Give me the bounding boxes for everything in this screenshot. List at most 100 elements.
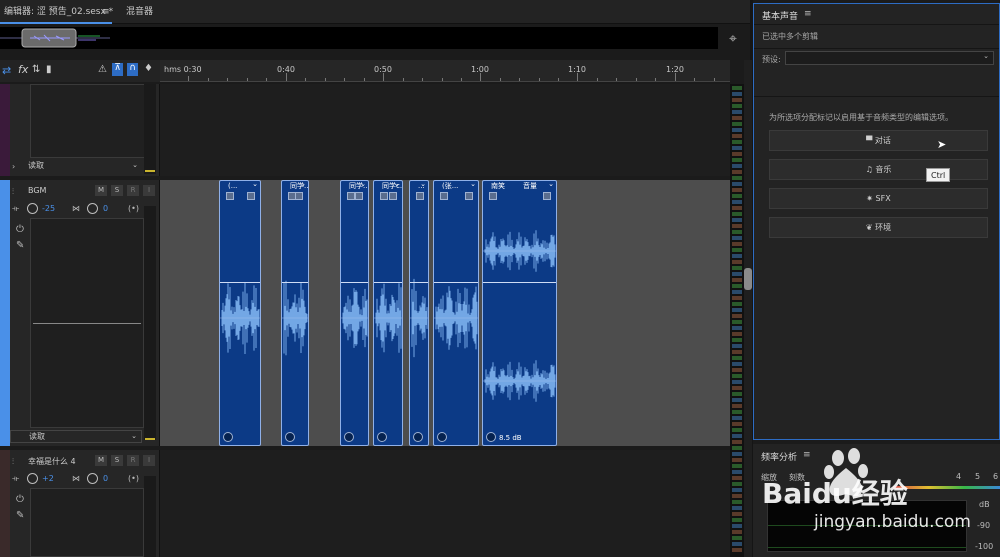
clip-fx-icon[interactable]: [377, 432, 387, 442]
clip-fx-icon[interactable]: [413, 432, 423, 442]
send-icon[interactable]: ⇅: [32, 64, 40, 75]
audio-clip[interactable]: 同学...⌄: [340, 180, 369, 446]
panel-menu-icon[interactable]: ≡: [804, 9, 812, 19]
channel-number[interactable]: 6: [993, 472, 998, 481]
audio-clip[interactable]: (张... ⌄: [433, 180, 479, 446]
track-name[interactable]: BGM: [28, 186, 46, 195]
automation-area[interactable]: [30, 84, 152, 158]
clip-volume-line[interactable]: [410, 282, 428, 283]
stereo-icon[interactable]: (•): [128, 474, 139, 483]
sfx-button[interactable]: ✷ SFX: [769, 188, 988, 209]
mute-button[interactable]: M: [95, 455, 107, 466]
mute-button[interactable]: M: [95, 185, 107, 196]
chevron-down-icon[interactable]: ⌄: [420, 181, 426, 188]
chevron-down-icon[interactable]: ⌄: [548, 181, 554, 188]
clip-volume-line[interactable]: [483, 282, 556, 283]
ambience-button[interactable]: ❦ 环境: [769, 217, 988, 238]
chevron-down-icon[interactable]: ⌄: [470, 181, 476, 188]
fade-out-handle-icon[interactable]: [465, 192, 473, 200]
audio-clip[interactable]: 南笑 ⌄ 音量 8.5 dB: [482, 180, 557, 446]
solo-button[interactable]: S: [111, 185, 123, 196]
stereo-icon[interactable]: (•): [128, 204, 139, 213]
fx-icon[interactable]: fx: [18, 63, 28, 76]
track-lane[interactable]: [160, 450, 730, 557]
fade-in-handle-icon[interactable]: [440, 192, 448, 200]
preset-dropdown[interactable]: ⌄: [785, 51, 994, 65]
pencil-icon[interactable]: ✎: [16, 510, 24, 521]
eq-icon[interactable]: ▮: [46, 64, 52, 75]
time-ruler[interactable]: hms 0:30 0:40 0:50 1:00 1:10 1:20: [160, 60, 730, 82]
chevron-down-icon[interactable]: ⌄: [252, 181, 258, 188]
track-lane-bgm[interactable]: (...⌄同学...⌄同学...⌄同学c...⌄...⌄(张...⌄南笑⌄音量8…: [160, 180, 730, 446]
fade-in-handle-icon[interactable]: [226, 192, 234, 200]
channel-number[interactable]: 5: [975, 472, 980, 481]
snap-icon[interactable]: ⊼: [112, 63, 123, 76]
track-header[interactable]: ⫶ 幸福是什么 4 M S R I ⟛ +2 ⋈ 0 (•) ⏻ ✎: [10, 450, 160, 557]
pan-value[interactable]: 0: [103, 474, 108, 483]
volume-knob[interactable]: [27, 473, 38, 484]
pan-knob[interactable]: [87, 473, 98, 484]
zoom-tool-icon[interactable]: ⌖: [724, 30, 742, 48]
marker-icon[interactable]: ♦: [144, 63, 153, 74]
fade-out-handle-icon[interactable]: [543, 192, 551, 200]
vertical-scrollbar[interactable]: [744, 60, 752, 557]
volume-value[interactable]: -25: [42, 204, 55, 213]
track-header-bgm[interactable]: ⫶ BGM M S R I ⟛ -25 ⋈ 0 (•) ⏻ ✎ › 读取⌄: [10, 180, 160, 446]
read-mode-dropdown[interactable]: 读取 ⌄: [10, 430, 142, 443]
switch-icon[interactable]: ⇄: [2, 64, 11, 77]
panel-menu-icon[interactable]: ≡: [803, 450, 811, 460]
track-name[interactable]: 幸福是什么 4: [28, 456, 76, 467]
clip-fx-icon[interactable]: [285, 432, 295, 442]
clip-gain-value[interactable]: 8.5 dB: [499, 434, 522, 442]
clip-volume-line[interactable]: [220, 282, 260, 283]
volume-value[interactable]: +2: [42, 474, 54, 483]
clip-fx-icon[interactable]: [223, 432, 233, 442]
channel-number[interactable]: 4: [956, 472, 961, 481]
automation-line[interactable]: [33, 323, 141, 324]
metronome-icon[interactable]: ⚠: [98, 64, 107, 75]
fade-in-handle-icon[interactable]: [416, 192, 424, 200]
tab-mixer[interactable]: 混音器: [122, 0, 157, 24]
chevron-down-icon[interactable]: ⌄: [300, 181, 306, 188]
pencil-icon[interactable]: ✎: [16, 240, 24, 251]
automation-area[interactable]: [30, 488, 144, 557]
monitor-input-button[interactable]: I: [143, 455, 155, 466]
music-button[interactable]: ♫ 音乐: [769, 159, 988, 180]
automation-area[interactable]: [30, 218, 144, 428]
clip-volume-line[interactable]: [434, 282, 478, 283]
fade-out-handle-icon[interactable]: [355, 192, 363, 200]
pan-knob[interactable]: [87, 203, 98, 214]
clip-volume-line[interactable]: [282, 282, 308, 283]
fade-in-handle-icon[interactable]: [347, 192, 355, 200]
record-arm-button[interactable]: R: [127, 185, 139, 196]
audio-clip[interactable]: ... ⌄: [409, 180, 429, 446]
session-overview[interactable]: [0, 27, 718, 49]
power-icon[interactable]: ⏻: [16, 224, 24, 235]
clip-volume-line[interactable]: [341, 282, 368, 283]
solo-button[interactable]: S: [111, 455, 123, 466]
chevron-down-icon[interactable]: ⌄: [360, 181, 366, 188]
loop-icon[interactable]: ∩: [127, 63, 138, 76]
pan-value[interactable]: 0: [103, 204, 108, 213]
dialogue-button[interactable]: ▀ 对话: [769, 130, 988, 151]
fade-out-handle-icon[interactable]: [295, 192, 303, 200]
audio-clip[interactable]: 同学c...⌄: [373, 180, 403, 446]
audio-clip[interactable]: (... ⌄: [219, 180, 261, 446]
clip-fx-icon[interactable]: [437, 432, 447, 442]
fade-out-handle-icon[interactable]: [389, 192, 397, 200]
clip-fx-icon[interactable]: [344, 432, 354, 442]
volume-knob[interactable]: [27, 203, 38, 214]
track-lane[interactable]: [160, 84, 730, 176]
chevron-down-icon[interactable]: ⌄: [394, 181, 400, 188]
power-icon[interactable]: ⏻: [16, 494, 24, 505]
fade-out-handle-icon[interactable]: [247, 192, 255, 200]
tab-menu-icon[interactable]: ≡: [98, 0, 114, 24]
clip-fx-icon[interactable]: [486, 432, 496, 442]
spectrum-display[interactable]: [767, 500, 967, 552]
fade-in-handle-icon[interactable]: [489, 192, 497, 200]
read-mode-dropdown[interactable]: 读取 ⌄: [10, 160, 142, 173]
fade-in-handle-icon[interactable]: [380, 192, 388, 200]
record-arm-button[interactable]: R: [127, 455, 139, 466]
scroll-thumb[interactable]: [744, 268, 752, 290]
clip-volume-line[interactable]: [374, 282, 402, 283]
